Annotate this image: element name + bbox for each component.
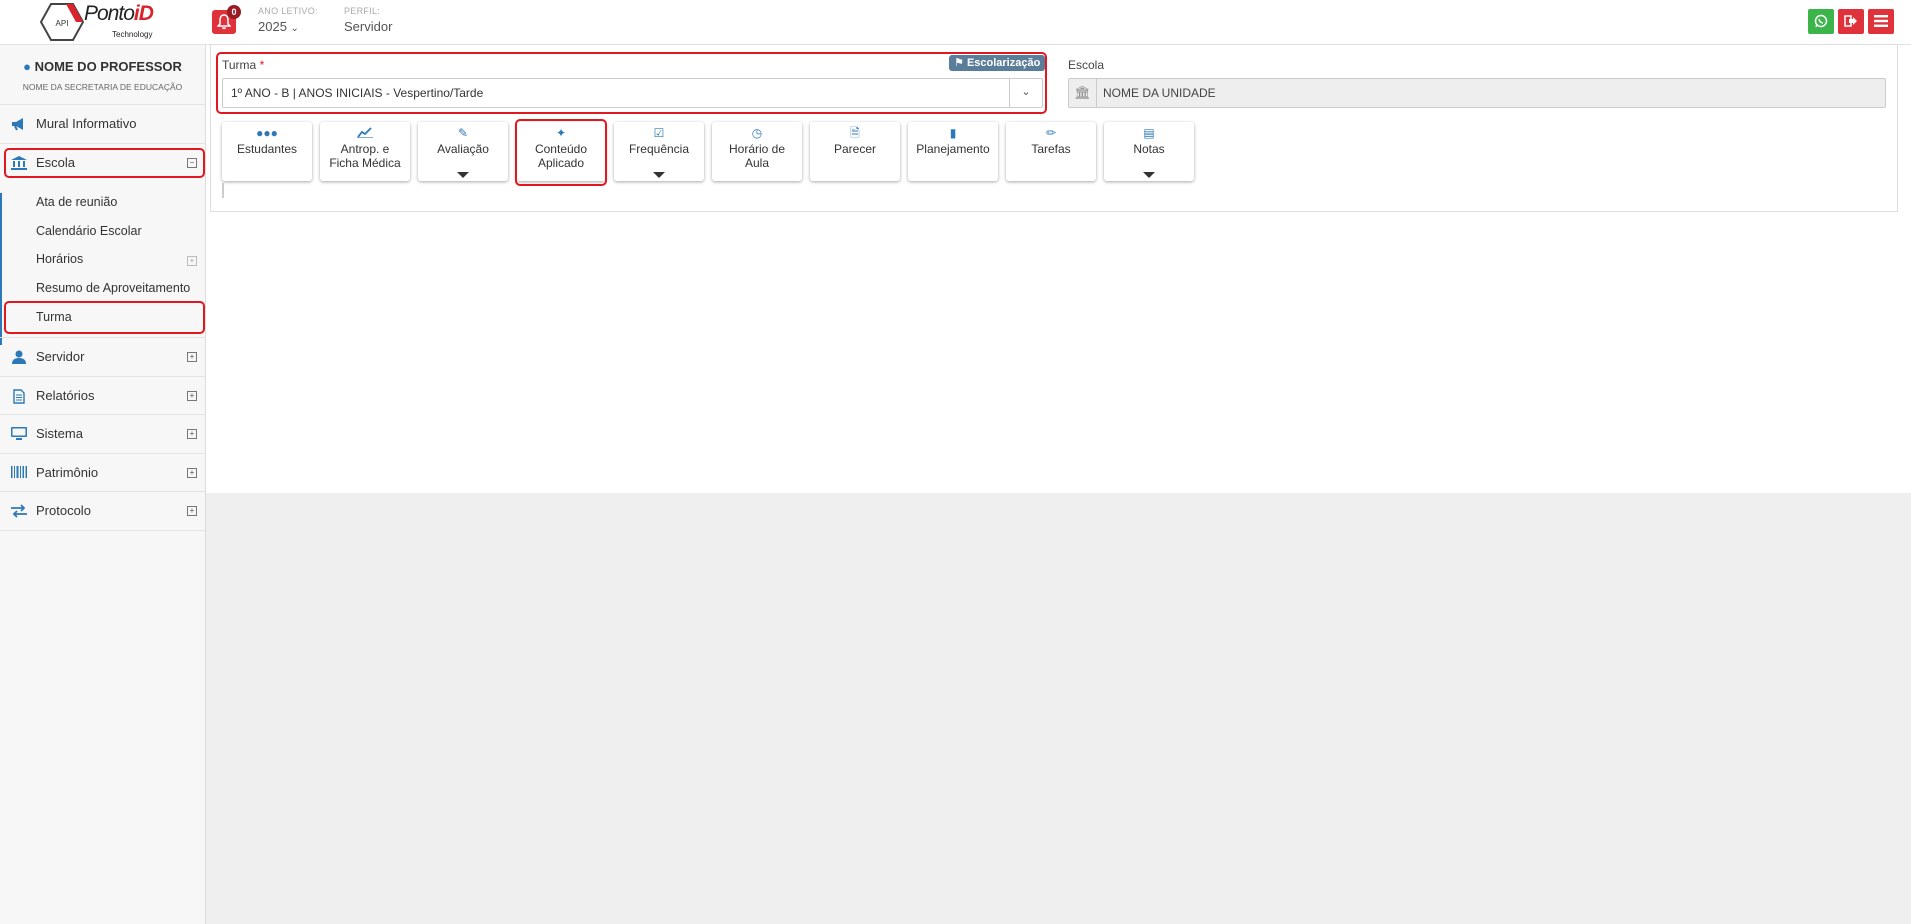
action-label: Horário de Aula: [728, 142, 786, 170]
clock-icon: ◷: [751, 126, 763, 140]
action-label: Parecer: [833, 142, 877, 156]
professor-name: ● NOME DO PROFESSOR: [0, 59, 205, 74]
logo-main: Ponto: [84, 2, 135, 25]
monitor-icon: [10, 427, 28, 441]
action-planejamento-button[interactable]: ▮ Planejamento: [908, 122, 998, 181]
action-parecer-button[interactable]: 🗎 Parecer: [810, 122, 900, 181]
action-label: Tarefas: [1031, 142, 1071, 156]
notification-count-badge: 0: [227, 5, 241, 19]
dropdown-caret-icon: [457, 172, 469, 178]
exchange-icon: [10, 504, 28, 518]
expand-icon[interactable]: +: [187, 256, 197, 266]
sidebar-item-label: Relatórios: [36, 388, 95, 403]
action-label: Estudantes: [236, 142, 298, 156]
sidebar-subitem-horarios[interactable]: Horários: [36, 252, 83, 266]
action-label: Avaliação: [437, 142, 489, 156]
perfil-value: Servidor: [344, 19, 393, 34]
sidebar-item-protocolo[interactable]: Protocolo +: [0, 491, 205, 531]
user-icon: ●: [23, 59, 31, 74]
sidebar-item-sistema[interactable]: Sistema +: [0, 414, 205, 453]
professor-name-text: NOME DO PROFESSOR: [34, 59, 182, 74]
main-menu-button[interactable]: [1868, 9, 1894, 34]
whatsapp-button[interactable]: [1808, 9, 1834, 34]
action-avaliacao-button[interactable]: ✎ Avaliação: [418, 122, 508, 181]
book-icon: ▮: [949, 126, 957, 140]
list-icon: ▤: [1143, 126, 1155, 140]
sidebar-item-label: Patrimônio: [36, 465, 99, 480]
highlight-conteudo-aplicado: [515, 119, 607, 186]
whatsapp-icon: [1814, 14, 1828, 28]
panel-scroll-stub: [222, 183, 224, 198]
action-label: Planejamento: [916, 142, 990, 156]
hamburger-icon: [1874, 15, 1888, 27]
logo-text: PontoiD: [84, 2, 154, 26]
action-frequencia-button[interactable]: ☑ Frequência: [614, 122, 704, 181]
expand-icon[interactable]: +: [187, 391, 197, 401]
escola-field-value: NOME DA UNIDADE: [1103, 86, 1216, 100]
line-chart-icon: [320, 126, 410, 141]
sidebar-item-label: Protocolo: [36, 503, 91, 518]
highlight-turma-select: [216, 52, 1047, 114]
sign-out-icon: [1844, 15, 1857, 27]
submenu-indicator: [0, 193, 2, 345]
chevron-down-icon: ⌄: [290, 23, 299, 34]
file-icon: 🗎: [850, 126, 860, 140]
barcode-icon: [10, 466, 28, 480]
sidebar-subitem-resumo-de-aproveitamento[interactable]: Resumo de Aproveitamento: [36, 281, 190, 295]
ano-letivo-select[interactable]: 2025 ⌄: [258, 19, 299, 34]
secretaria-name: NOME DA SECRETARIA DE EDUCAÇÃO: [22, 82, 183, 92]
dropdown-caret-icon: [1143, 172, 1155, 178]
sidebar-item-label: Mural Informativo: [36, 116, 137, 131]
perfil-label: PERFIL:: [344, 6, 381, 16]
sidebar-item-label: Sistema: [36, 426, 83, 441]
bank-icon: 🏛: [1069, 79, 1097, 107]
top-bar: API PontoiD Technology 0 ANO LETIVO: 202…: [0, 0, 1911, 45]
user-icon: [10, 350, 28, 364]
logo-subtitle: Technology: [112, 30, 153, 39]
action-notas-button[interactable]: ▤ Notas: [1104, 122, 1194, 181]
action-antrop-ficha-medica-button[interactable]: Antrop. e Ficha Médica: [320, 122, 410, 181]
escola-label: Escola: [1068, 58, 1105, 72]
logo-hex-icon: API: [40, 3, 84, 41]
escola-field: 🏛 NOME DA UNIDADE: [1068, 78, 1886, 108]
logout-button[interactable]: [1838, 9, 1864, 34]
action-label: Antrop. e Ficha Médica: [329, 142, 401, 170]
sidebar-item-label: Servidor: [36, 349, 85, 364]
pencil-icon: ✏: [1045, 126, 1057, 140]
expand-icon[interactable]: +: [187, 506, 197, 516]
highlight-turma: [4, 301, 205, 334]
action-label: Notas: [1133, 142, 1165, 156]
dropdown-caret-icon: [653, 172, 665, 178]
action-label: Frequência: [628, 142, 690, 156]
ano-letivo-label: ANO LETIVO:: [258, 6, 318, 16]
sidebar-subitem-ata-de-reuniao[interactable]: Ata de reunião: [36, 195, 117, 209]
sidebar-item-patrimonio[interactable]: Patrimônio +: [0, 453, 205, 492]
ano-letivo-value: 2025: [258, 19, 287, 34]
users-icon: ●●●: [256, 126, 278, 140]
action-horario-de-aula-button[interactable]: ◷ Horário de Aula: [712, 122, 802, 181]
sidebar: ● NOME DO PROFESSOR NOME DA SECRETARIA D…: [0, 45, 206, 924]
sidebar-item-mural-informativo[interactable]: Mural Informativo: [0, 104, 205, 143]
sidebar-item-relatorios[interactable]: Relatórios +: [0, 376, 205, 415]
expand-icon[interactable]: +: [187, 352, 197, 362]
action-estudantes-button[interactable]: ●●● Estudantes: [222, 122, 312, 181]
megaphone-icon: [10, 117, 28, 131]
sidebar-subitem-calendario-escolar[interactable]: Calendário Escolar: [36, 224, 142, 238]
logo-accent: iD: [133, 2, 154, 25]
logo-hex-text: API: [56, 19, 69, 28]
highlight-escola: [4, 148, 205, 178]
document-icon: [10, 389, 28, 404]
action-tarefas-button[interactable]: ✏ Tarefas: [1006, 122, 1096, 181]
expand-icon[interactable]: +: [187, 429, 197, 439]
edit-icon: ✎: [457, 126, 469, 140]
sidebar-item-servidor[interactable]: Servidor +: [0, 337, 205, 376]
check-square-icon: ☑: [653, 126, 665, 140]
app-logo[interactable]: API PontoiD Technology: [36, 0, 160, 42]
expand-icon[interactable]: +: [187, 468, 197, 478]
